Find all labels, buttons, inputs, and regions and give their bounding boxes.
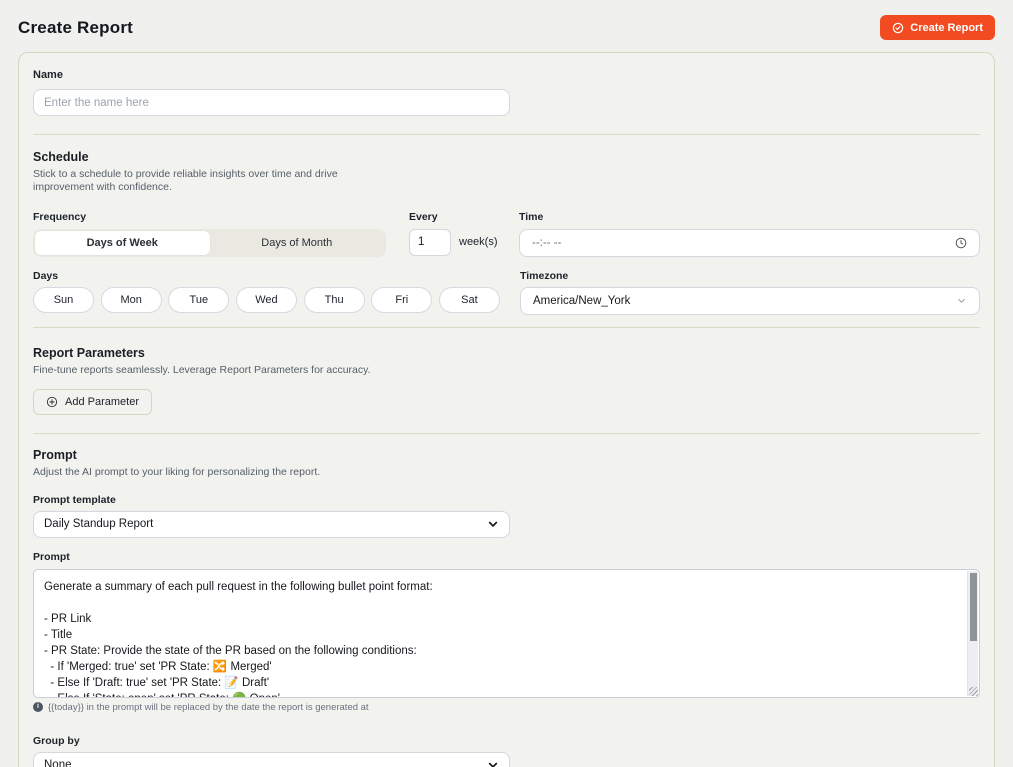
days-label: Days [33,270,500,282]
every-input[interactable] [409,229,451,256]
page-title: Create Report [18,18,133,38]
info-icon: i [33,702,43,712]
chevron-down-icon [487,518,499,530]
prompt-textarea[interactable]: Generate a summary of each pull request … [33,569,980,698]
prompt-template-select[interactable]: Daily Standup Report [33,511,510,538]
time-label: Time [519,211,980,223]
timezone-field: Timezone America/New_York [520,270,980,315]
every-field: Every week(s) [409,211,505,256]
prompt-heading: Prompt [33,448,980,462]
day-pill-wed[interactable]: Wed [236,287,297,313]
schedule-row-1: Frequency Days of Week Days of Month Eve… [33,211,980,257]
time-value: --:-- -- [532,237,955,249]
check-circle-icon [892,22,904,34]
scrollbar-thumb[interactable] [970,573,977,641]
day-pill-thu[interactable]: Thu [304,287,365,313]
schedule-description: Stick to a schedule to provide reliable … [33,168,381,195]
day-pill-tue[interactable]: Tue [168,287,229,313]
time-input[interactable]: --:-- -- [519,229,980,257]
create-report-form-card: Name Schedule Stick to a schedule to pro… [18,52,995,767]
clock-icon [955,237,967,249]
every-label: Every [409,211,505,223]
day-pill-sun[interactable]: Sun [33,287,94,313]
prompt-template-value: Daily Standup Report [44,518,487,530]
group-by-value: None [44,759,487,767]
divider [33,134,980,135]
schedule-heading: Schedule [33,150,980,164]
report-parameters-heading: Report Parameters [33,346,980,360]
name-input[interactable] [33,89,510,116]
group-by-label: Group by [33,735,980,747]
frequency-option-days-of-week[interactable]: Days of Week [35,231,210,255]
page-header: Create Report Create Report [0,0,1013,52]
frequency-option-days-of-month[interactable]: Days of Month [210,231,385,255]
day-pill-sat[interactable]: Sat [439,287,500,313]
day-pill-fri[interactable]: Fri [371,287,432,313]
prompt-note: i {{today}} in the prompt will be replac… [33,702,980,713]
frequency-toggle: Days of Week Days of Month [33,229,386,257]
add-parameter-button[interactable]: Add Parameter [33,389,152,415]
prompt-description: Adjust the AI prompt to your liking for … [33,466,980,479]
divider [33,433,980,434]
add-parameter-button-label: Add Parameter [65,396,139,408]
prompt-template-label: Prompt template [33,494,980,506]
divider [33,327,980,328]
resize-grip-icon[interactable] [969,687,978,696]
group-by-select[interactable]: None [33,752,510,767]
create-report-button[interactable]: Create Report [880,15,995,40]
day-pill-mon[interactable]: Mon [101,287,162,313]
frequency-label: Frequency [33,211,386,223]
plus-circle-icon [46,396,58,408]
report-parameters-description: Fine-tune reports seamlessly. Leverage R… [33,364,980,377]
timezone-value: America/New_York [533,295,956,307]
chevron-down-icon [956,295,967,306]
timezone-label: Timezone [520,270,980,282]
days-pills: Sun Mon Tue Wed Thu Fri Sat [33,287,500,313]
chevron-down-icon [487,759,499,767]
days-field: Days Sun Mon Tue Wed Thu Fri Sat [33,270,500,313]
prompt-text: Generate a summary of each pull request … [34,570,979,697]
timezone-select[interactable]: America/New_York [520,287,980,315]
create-report-button-label: Create Report [910,22,983,34]
every-unit-label: week(s) [459,236,498,248]
frequency-field: Frequency Days of Week Days of Month [33,211,386,257]
prompt-note-text: {{today}} in the prompt will be replaced… [48,702,369,713]
time-field: Time --:-- -- [519,211,980,257]
name-label: Name [33,69,980,81]
schedule-row-2: Days Sun Mon Tue Wed Thu Fri Sat Timezon… [33,270,980,315]
textarea-scrollbar[interactable] [967,571,978,696]
prompt-label: Prompt [33,551,980,563]
